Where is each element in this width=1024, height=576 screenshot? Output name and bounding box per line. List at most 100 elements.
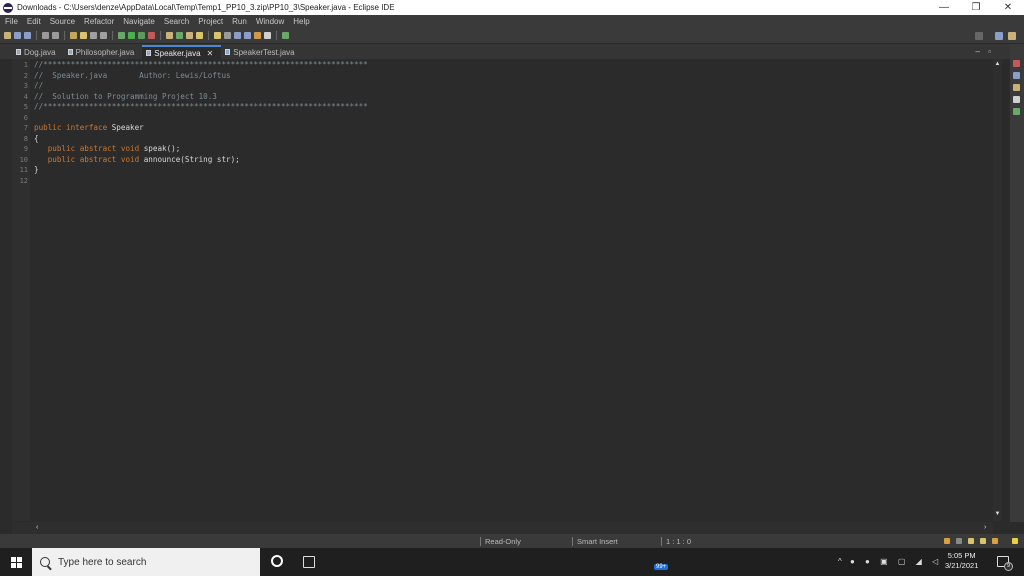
title-bar: Downloads - C:\Users\denze\AppData\Local… [0,0,1024,15]
java-file-icon [146,50,152,56]
code-line[interactable]: // Speaker.java Author: Lewis/Loftus [34,71,231,82]
new-package-icon[interactable] [166,32,173,39]
toolbar-separator [276,31,277,40]
start-button[interactable] [0,548,32,576]
menu-run[interactable]: Run [230,17,254,26]
java-file-icon [225,49,231,55]
menu-edit[interactable]: Edit [25,17,48,26]
mylyn-icon[interactable] [956,538,962,544]
close-button[interactable]: ✕ [992,0,1024,15]
block-selection-icon[interactable] [90,32,97,39]
code-line[interactable]: //**************************************… [34,60,368,71]
problems-icon[interactable] [1013,60,1020,67]
menu-window[interactable]: Window [254,17,291,26]
open-type-icon[interactable] [186,32,193,39]
task-icon[interactable] [1013,72,1020,79]
outline-icon[interactable] [1013,84,1020,91]
code-text: Speaker [111,123,144,132]
code-line[interactable]: { [34,134,39,145]
console-view-icon[interactable] [1013,96,1020,103]
scroll-up-icon[interactable]: ▲ [994,61,1001,67]
tab-label: Dog.java [24,47,56,57]
forward-arrow-icon[interactable] [264,32,271,39]
notification-center-icon[interactable]: 9 [997,556,1013,571]
last-edit-icon[interactable] [244,32,251,39]
tray-chevron-icon[interactable]: ^ [838,557,842,566]
coverage-icon[interactable] [138,32,145,39]
prev-annotation-icon[interactable] [224,32,231,39]
pen-icon[interactable] [80,32,87,39]
new-class-icon[interactable] [176,32,183,39]
line-number: 9 [23,145,28,153]
code-line[interactable]: // [34,81,43,92]
declaration-icon[interactable] [1013,108,1020,115]
notification-count: 9 [1004,562,1013,571]
open-perspective-icon[interactable] [995,32,1003,40]
tab-speakertest-java[interactable]: SpeakerTest.java [221,45,302,59]
line-number: 2 [23,71,28,80]
tab-label: SpeakerTest.java [233,47,295,57]
skip-breakpoints-icon[interactable] [52,32,59,39]
tray-icons[interactable]: ● ● ▣ ▢ ◢ ◁ [850,557,942,566]
tab-dog-java[interactable]: Dog.java [12,45,64,59]
view-controls[interactable]: ‒ ▫ [975,47,994,56]
back-arrow-icon[interactable] [254,32,261,39]
task-view-icon[interactable] [303,556,315,568]
toolbar-separator [112,31,113,40]
menu-help[interactable]: Help [291,17,316,26]
close-tab-icon[interactable]: ✕ [207,49,214,58]
search-icon[interactable] [975,32,983,40]
taskbar-search[interactable]: Type here to search [32,548,260,576]
clock[interactable]: 5:05 PM 3/21/2021 [945,551,978,571]
minimize-button[interactable]: — [928,0,960,15]
java-perspective-icon[interactable] [1008,32,1016,40]
lightbulb-icon[interactable] [1012,538,1018,544]
search-placeholder: Type here to search [58,556,147,568]
debug-icon[interactable] [118,32,125,39]
line-number: 6 [23,113,28,122]
code-editor[interactable]: 1 2 3 4 5 6 7 8 9 10 11 12 //**********************… [12,59,993,521]
updates-icon[interactable] [944,538,950,544]
menu-navigate[interactable]: Navigate [121,17,162,26]
pin-editor-icon[interactable] [282,32,289,39]
horizontal-scrollbar[interactable]: ‹ › [12,522,993,534]
edit-icon[interactable] [980,538,986,544]
console-icon[interactable] [42,32,49,39]
menu-file[interactable]: File [3,17,25,26]
line-number: 12 [19,176,28,185]
code-line[interactable]: //**************************************… [34,102,368,113]
menu-search[interactable]: Search [162,17,196,26]
save-icon[interactable] [14,32,21,39]
whitespace-icon[interactable] [100,32,107,39]
scroll-left-icon[interactable]: ‹ [36,524,38,531]
code-comment: //**************************************… [34,60,368,69]
code-line[interactable]: } [34,165,39,176]
tab-philosopher-java[interactable]: Philosopher.java [64,45,143,59]
cortana-icon[interactable] [271,555,283,567]
search-tool-icon[interactable] [196,32,203,39]
tab-speaker-java[interactable]: Speaker.java ✕ [142,45,222,59]
menu-source[interactable]: Source [48,17,82,26]
settings-icon[interactable] [992,538,998,544]
toggle-mark-icon[interactable] [70,32,77,39]
new-icon[interactable] [4,32,11,39]
scroll-down-icon[interactable]: ▼ [994,511,1001,517]
external-tools-icon[interactable] [148,32,155,39]
run-icon[interactable] [128,32,135,39]
vertical-scrollbar[interactable]: ▲ ▼ [993,59,1002,521]
status-insert-mode[interactable]: Smart Insert [572,537,618,546]
scroll-right-icon[interactable]: › [984,524,986,531]
editor-tab-bar: Dog.java Philosopher.java Speaker.java ✕… [0,44,1010,59]
tips-icon[interactable] [968,538,974,544]
code-line[interactable]: public interface Speaker [34,123,144,134]
menu-project[interactable]: Project [196,17,230,26]
next-annotation-icon[interactable] [214,32,221,39]
menu-refactor[interactable]: Refactor [82,17,121,26]
code-line[interactable]: public abstract void announce(String str… [34,155,240,166]
code-line[interactable]: // Solution to Programming Project 10.3 [34,92,217,103]
code-line[interactable]: public abstract void speak(); [34,144,181,155]
save-all-icon[interactable] [24,32,31,39]
maximize-button[interactable]: ❐ [960,0,992,15]
back-icon[interactable] [234,32,241,39]
